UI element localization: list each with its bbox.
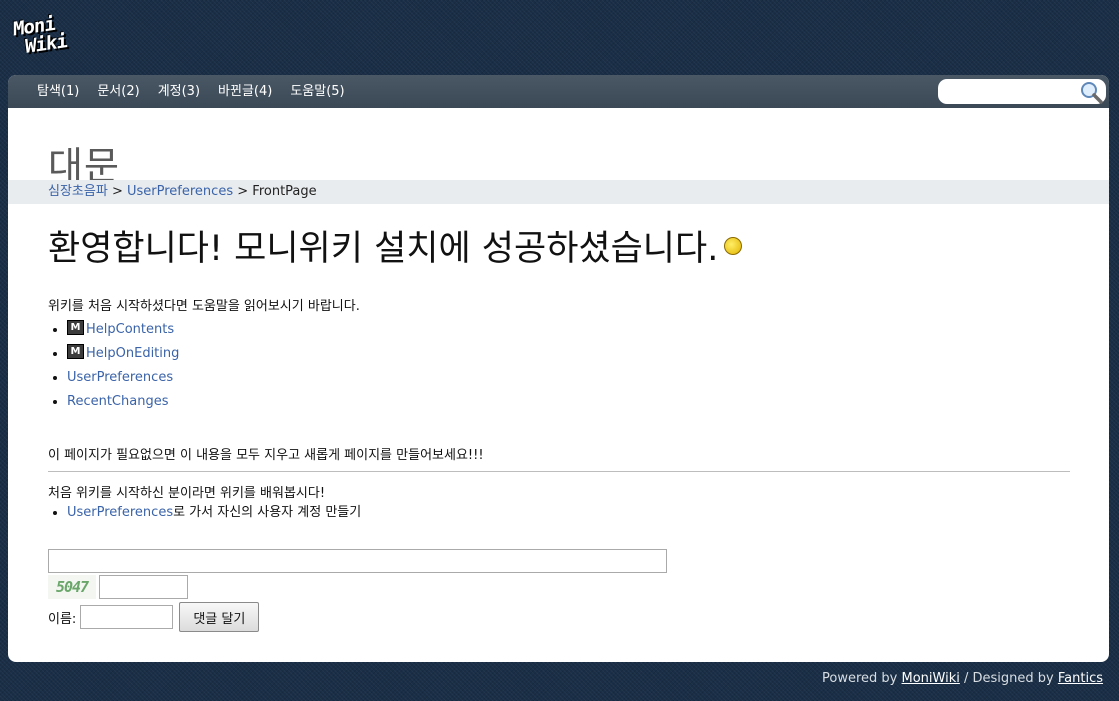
captcha-image: 5047 xyxy=(48,575,96,599)
link-user-preferences-account[interactable]: UserPreferences xyxy=(67,505,173,520)
list-item: MHelpContents xyxy=(67,318,1070,342)
name-row: 이름: 댓글 달기 xyxy=(48,602,1070,632)
learn-text: 처음 위키를 시작하신 분이라면 위키를 배워봅시다! xyxy=(48,486,326,501)
link-help-on-editing[interactable]: HelpOnEditing xyxy=(86,346,179,361)
link-help-contents[interactable]: HelpContents xyxy=(86,322,174,337)
breadcrumb-link-2[interactable]: UserPreferences xyxy=(127,184,233,199)
nav-item-help[interactable]: 도움말(5) xyxy=(281,75,353,109)
nav-item-recent-changes[interactable]: 바뀐글(4) xyxy=(209,75,281,109)
learn-list: UserPreferences로 가서 자신의 사용자 계정 만들기 xyxy=(48,501,1070,525)
comment-input[interactable] xyxy=(48,549,667,573)
moniwiki-icon: M xyxy=(67,320,84,335)
name-input[interactable] xyxy=(80,605,174,629)
search-icon[interactable] xyxy=(1079,80,1103,104)
moniwiki-logo[interactable]: Moni Wiki xyxy=(13,11,79,68)
intro-text: 위키를 처음 시작하셨다면 도움말을 읽어보시기 바랍니다. xyxy=(48,299,360,314)
nav-item-account[interactable]: 계정(3) xyxy=(149,75,209,109)
moniwiki-icon: M xyxy=(67,344,84,359)
nav-item-explore[interactable]: 탐색(1) xyxy=(28,75,88,109)
search-input[interactable] xyxy=(946,81,1080,104)
link-user-preferences[interactable]: UserPreferences xyxy=(67,370,173,385)
page-content: 환영합니다! 모니위키 설치에 성공하셨습니다. 위키를 처음 시작하셨다면 도… xyxy=(48,220,1070,632)
comment-form: 5047 이름: 댓글 달기 xyxy=(48,549,1070,632)
search-box xyxy=(938,79,1106,104)
help-links-list: MHelpContents MHelpOnEditing UserPrefere… xyxy=(48,318,1070,414)
link-recent-changes[interactable]: RecentChanges xyxy=(67,394,168,409)
learn-suffix: 로 가서 자신의 사용자 계정 만들기 xyxy=(173,505,362,520)
main-frame: 탐색(1) 문서(2) 계정(3) 바뀐글(4) 도움말(5) 대문 심장초음파… xyxy=(8,75,1109,662)
delete-page-message: 이 페이지가 필요없으면 이 내용을 모두 지우고 새롭게 페이지를 만들어보세… xyxy=(48,448,484,463)
breadcrumb: 심장초음파 > UserPreferences > FrontPage xyxy=(8,180,1109,204)
footer-designed: / Designed by xyxy=(964,671,1054,686)
captcha-row: 5047 xyxy=(48,575,1070,599)
welcome-heading-text: 환영합니다! 모니위키 설치에 성공하셨습니다. xyxy=(48,229,719,269)
list-item: UserPreferences로 가서 자신의 사용자 계정 만들기 xyxy=(67,501,1070,525)
footer: Powered by MoniWiki / Designed by Fantic… xyxy=(822,671,1103,686)
breadcrumb-separator: > xyxy=(237,184,249,199)
breadcrumb-current: FrontPage xyxy=(252,184,317,199)
breadcrumb-link-1[interactable]: 심장초음파 xyxy=(48,184,108,199)
fantics-link[interactable]: Fantics xyxy=(1058,671,1103,686)
nav-bar: 탐색(1) 문서(2) 계정(3) 바뀐글(4) 도움말(5) xyxy=(8,75,1109,108)
list-item: RecentChanges xyxy=(67,390,1070,414)
captcha-input[interactable] xyxy=(99,575,188,599)
divider xyxy=(48,471,1070,472)
list-item: UserPreferences xyxy=(67,366,1070,390)
welcome-heading: 환영합니다! 모니위키 설치에 성공하셨습니다. xyxy=(48,220,1070,271)
name-label: 이름: xyxy=(48,611,77,627)
smiley-icon xyxy=(724,237,743,255)
submit-comment-button[interactable]: 댓글 달기 xyxy=(179,602,260,632)
list-item: MHelpOnEditing xyxy=(67,342,1070,366)
nav-item-documents[interactable]: 문서(2) xyxy=(88,75,148,109)
moniwiki-link[interactable]: MoniWiki xyxy=(902,671,960,686)
footer-powered: Powered by xyxy=(822,671,898,686)
breadcrumb-separator: > xyxy=(111,184,123,199)
